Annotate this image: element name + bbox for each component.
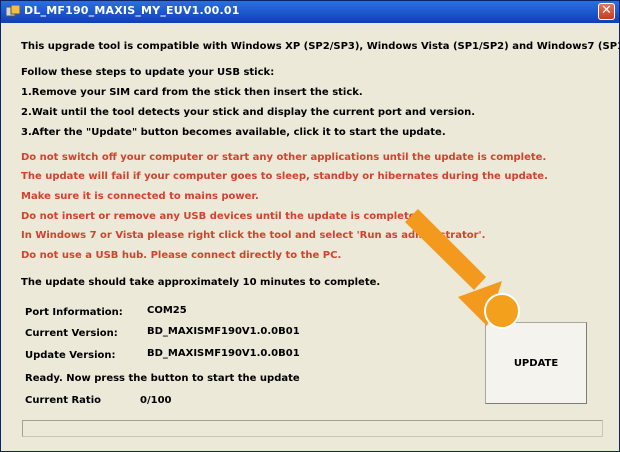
step-1-text: 1.Remove your SIM card from the stick th… bbox=[21, 87, 363, 98]
window-title: DL_MF190_MAXIS_MY_EUV1.00.01 bbox=[24, 4, 240, 17]
progress-bar bbox=[22, 420, 603, 437]
upgrade-tool-window: DL_MF190_MAXIS_MY_EUV1.00.01 ✕ This upgr… bbox=[0, 0, 620, 452]
current-version-value: BD_MAXISMF190V1.0.0B01 bbox=[147, 326, 300, 337]
current-version-label: Current Version: bbox=[25, 328, 118, 339]
warning-text: In Windows 7 or Vista please right click… bbox=[21, 230, 486, 241]
update-version-label: Update Version: bbox=[25, 350, 116, 361]
ratio-label: Current Ratio bbox=[25, 395, 102, 406]
compatibility-text: This upgrade tool is compatible with Win… bbox=[21, 41, 620, 52]
status-text: Ready. Now press the button to start the… bbox=[25, 373, 300, 384]
warning-text: Do not insert or remove any USB devices … bbox=[21, 211, 420, 222]
warning-text: Make sure it is connected to mains power… bbox=[21, 191, 259, 202]
update-button-label: UPDATE bbox=[513, 357, 559, 369]
port-value: COM25 bbox=[147, 305, 187, 316]
step-3-text: 3.After the "Update" button becomes avai… bbox=[21, 127, 446, 138]
warning-text: Do not switch off your computer or start… bbox=[21, 152, 547, 163]
duration-note: The update should take approximately 10 … bbox=[21, 277, 381, 288]
step-2-text: 2.Wait until the tool detects your stick… bbox=[21, 107, 476, 118]
app-icon bbox=[6, 5, 20, 17]
update-version-value: BD_MAXISMF190V1.0.0B01 bbox=[147, 348, 300, 359]
steps-heading: Follow these steps to update your USB st… bbox=[21, 67, 275, 78]
warning-text: Do not use a USB hub. Please connect dir… bbox=[21, 250, 342, 261]
port-label: Port Information: bbox=[25, 307, 123, 318]
title-bar[interactable]: DL_MF190_MAXIS_MY_EUV1.00.01 ✕ bbox=[1, 1, 619, 23]
ratio-value: 0/100 bbox=[140, 395, 172, 406]
close-icon: ✕ bbox=[601, 3, 612, 18]
close-button[interactable]: ✕ bbox=[598, 3, 615, 20]
update-button[interactable]: UPDATE bbox=[485, 322, 587, 404]
warning-text: The update will fail if your computer go… bbox=[21, 171, 548, 182]
